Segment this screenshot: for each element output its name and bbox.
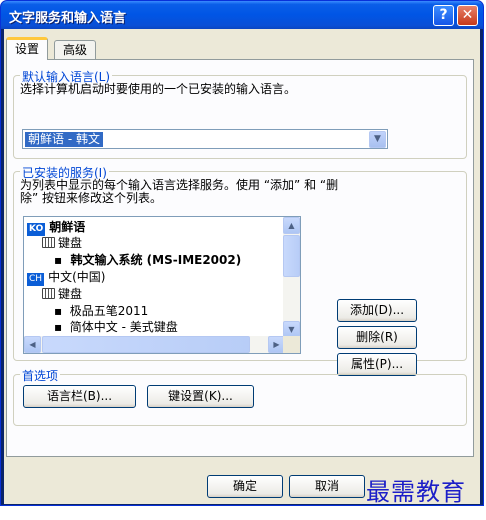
default-language-selected: 朝鲜语 - 韩文 [25,132,103,147]
services-tree[interactable]: KO 朝鲜语 键盘 ▪ 韩文输入系统 (MS-IME2002) CH 中文(中国) … [23,216,301,354]
tab-advanced[interactable]: 高级 [54,40,97,60]
tree-item-label: 韩文输入系统 (MS-IME2002) [70,253,242,267]
tree-item-korean[interactable]: KO 朝鲜语 [27,220,85,236]
scroll-corner [283,336,300,353]
bullet-icon: ▪ [54,253,71,267]
keyboard-icon [42,288,55,299]
tree-item-label: 朝鲜语 [49,220,86,234]
tree-item-label: 极品五笔2011 [69,304,149,318]
vertical-scroll-thumb[interactable] [283,235,300,277]
key-settings-button[interactable]: 键设置(K)... [147,385,254,408]
add-button[interactable]: 添加(D)... [337,299,417,322]
tree-item-label: 键盘 [58,287,83,301]
scroll-left-icon[interactable]: ◀ [24,336,41,353]
ok-button[interactable]: 确定 [207,475,283,498]
cancel-button[interactable]: 取消 [289,475,365,498]
horizontal-scroll-thumb[interactable] [42,336,250,353]
tab-panel: 默认输入语言(L) 选择计算机启动时要使用的一个已安装的输入语言。 朝鲜语 - … [6,59,474,457]
default-language-description: 选择计算机启动时要使用的一个已安装的输入语言。 [20,82,297,96]
help-button[interactable]: ? [433,5,454,26]
close-button[interactable]: ✕ [457,5,478,26]
bullet-icon: ▪ [54,320,70,334]
language-code-badge: CH [27,273,45,286]
properties-button[interactable]: 属性(P)... [337,353,417,376]
watermark-text: 最需教育 [366,478,466,506]
tree-item-wubi[interactable]: ▪ 极品五笔2011 [54,304,148,319]
bullet-icon: ▪ [54,304,70,318]
language-code-badge: KO [27,223,46,236]
horizontal-scrollbar[interactable]: ◀ ▶ [24,336,285,353]
installed-services-description-2: 除” 按钮来修改这个列表。 [20,191,163,205]
scroll-up-icon[interactable]: ▲ [283,217,300,234]
chevron-down-icon[interactable]: ▼ [369,131,386,148]
window-title: 文字服务和输入语言 [9,11,127,26]
tree-item-ime[interactable]: ▪ 韩文输入系统 (MS-IME2002) [54,253,241,268]
title-bar[interactable]: 文字服务和输入语言 ? ✕ [1,1,483,29]
language-bar-button[interactable]: 语言栏(B)... [23,385,136,408]
tree-item-label: 中文(中国) [48,270,106,284]
tree-item-keyboard[interactable]: 键盘 [42,287,82,302]
tree-item-label: 简体中文 - 美式键盘 [69,320,178,334]
keyboard-icon [42,237,55,248]
tree-item-keyboard[interactable]: 键盘 [42,236,82,251]
tree-item-us-keyboard[interactable]: ▪ 简体中文 - 美式键盘 [54,320,178,335]
dialog-client: 设置 高级 默认输入语言(L) 选择计算机启动时要使用的一个已安装的输入语言。 … [4,29,480,504]
installed-services-description-1: 为列表中显示的每个输入语言选择服务。使用 “添加” 和 “删 [20,178,339,192]
preferences-group: 首选项 语言栏(B)... 键设置(K)... [13,367,467,426]
default-language-group: 默认输入语言(L) 选择计算机启动时要使用的一个已安装的输入语言。 朝鲜语 - … [13,68,467,159]
tree-item-chinese[interactable]: CH 中文(中国) [27,270,105,286]
tab-settings[interactable]: 设置 [6,37,49,60]
installed-services-group: 已安装的服务(I) 为列表中显示的每个输入语言选择服务。使用 “添加” 和 “删… [13,164,467,376]
dialog-window: 文字服务和输入语言 ? ✕ 设置 高级 默认输入语言(L) 选择计算机启动时要使… [0,0,484,506]
vertical-scrollbar[interactable]: ▲ ▼ [283,217,300,338]
preferences-legend: 首选项 [20,367,61,384]
default-language-select[interactable]: 朝鲜语 - 韩文 ▼ [22,129,388,149]
remove-button[interactable]: 删除(R) [337,326,417,349]
tree-item-label: 键盘 [58,236,83,250]
